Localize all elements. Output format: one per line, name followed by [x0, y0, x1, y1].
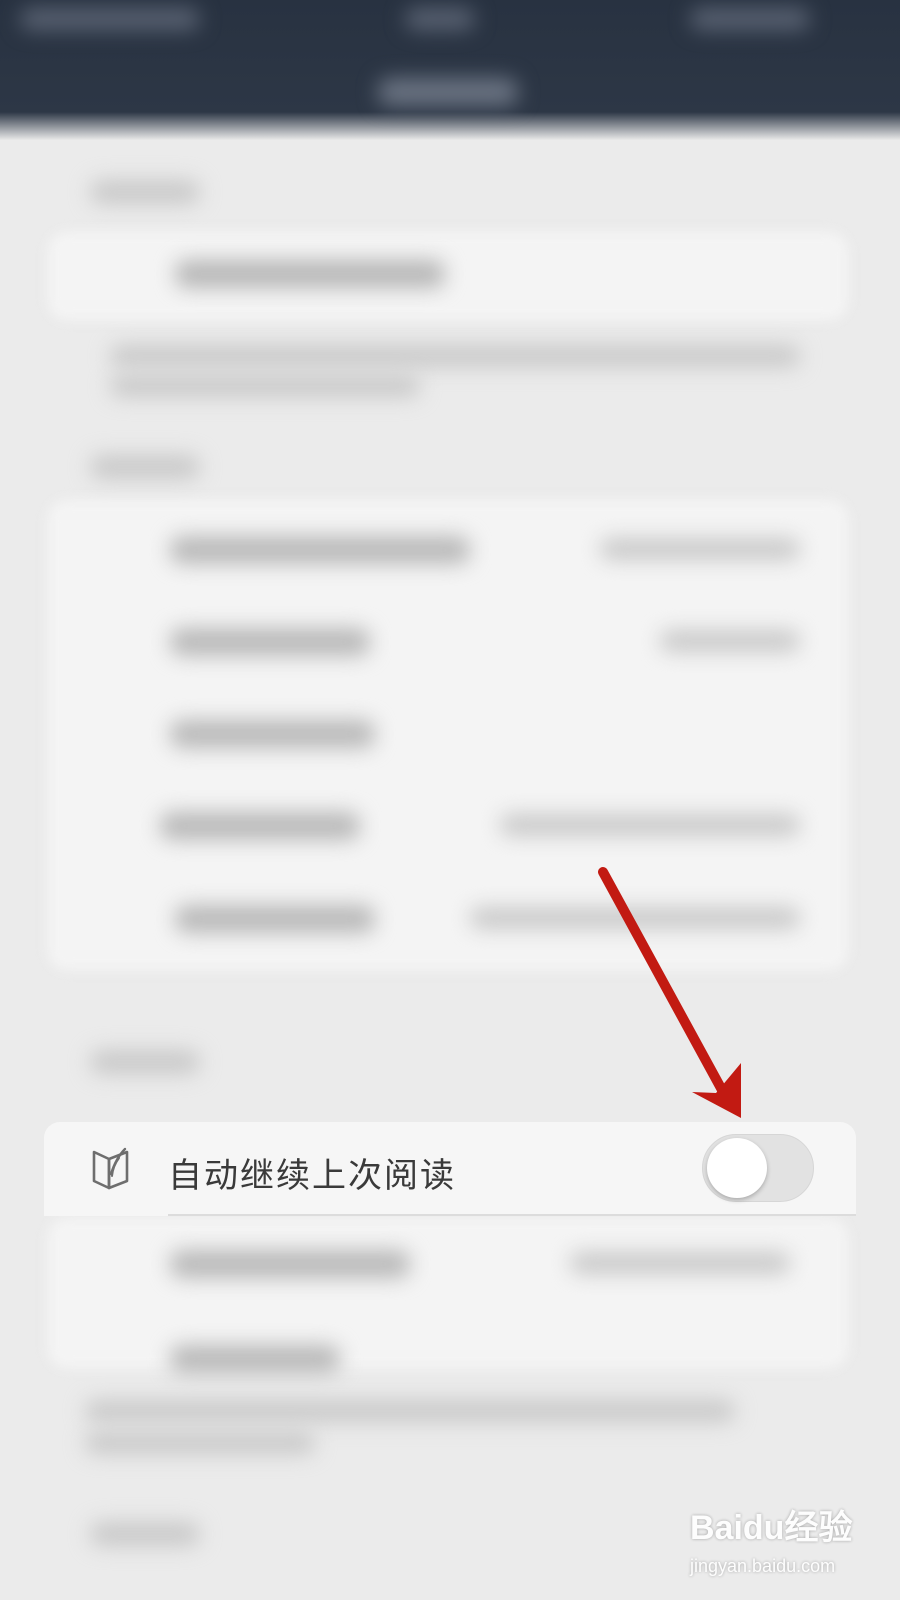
row-divider — [168, 1214, 856, 1216]
blurred-row-value — [660, 630, 800, 652]
watermark-brand: Baidu经验 — [690, 1509, 853, 1547]
watermark: Baidu经验 jingyan.baidu.com — [690, 1500, 870, 1590]
blurred-row-text — [160, 812, 360, 840]
blurred-row-text — [170, 720, 375, 748]
toggle-knob — [707, 1138, 767, 1198]
blurred-status-left — [20, 8, 200, 30]
blurred-row-text — [170, 536, 470, 564]
book-icon — [92, 1147, 129, 1190]
blurred-row-value — [500, 814, 800, 836]
blurred-card — [48, 500, 848, 970]
blurred-section-header — [90, 455, 200, 479]
blurred-row-text — [170, 1250, 410, 1278]
blurred-row-text — [170, 628, 370, 656]
blurred-status-right — [690, 8, 810, 30]
blurred-card — [48, 232, 848, 320]
blurred-section-header — [90, 1050, 200, 1074]
watermark-url: jingyan.baidu.com — [690, 1556, 836, 1576]
blurred-row-text — [170, 1345, 340, 1373]
auto-resume-toggle[interactable] — [702, 1134, 814, 1202]
blurred-row-value — [570, 1252, 790, 1274]
blurred-description — [110, 375, 420, 397]
blurred-header — [0, 0, 900, 140]
blurred-row-text — [175, 905, 375, 933]
blurred-row-value — [600, 538, 800, 560]
blurred-card — [48, 1218, 848, 1368]
blurred-description — [85, 1432, 315, 1454]
blurred-page-title — [378, 78, 518, 106]
blurred-description — [85, 1400, 735, 1422]
settings-row-auto-resume[interactable]: 自动继续上次阅读 — [44, 1122, 856, 1216]
blurred-row-text — [175, 260, 445, 288]
blurred-section-header — [90, 1522, 200, 1546]
blurred-description — [110, 345, 800, 367]
auto-resume-label: 自动继续上次阅读 — [168, 1156, 456, 1196]
blurred-row-value — [470, 907, 800, 929]
blurred-status-center — [405, 8, 475, 30]
blurred-section-header — [90, 180, 200, 204]
